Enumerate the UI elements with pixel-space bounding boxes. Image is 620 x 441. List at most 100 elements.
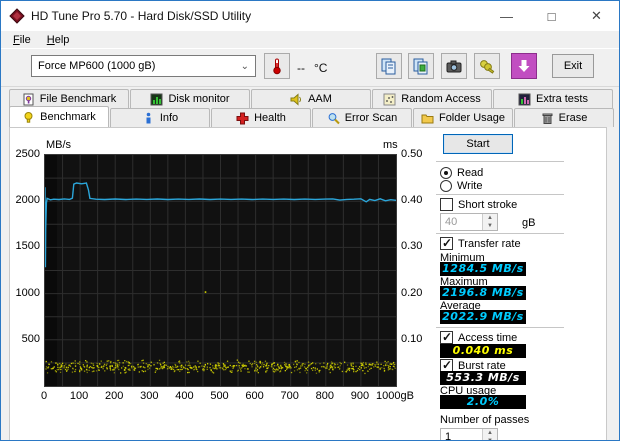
spinner-down-icon[interactable]: ▼: [483, 222, 497, 230]
temperature-value: --: [297, 61, 305, 75]
toolbar: Force MP600 (1000 gB) ⌄ -- °C Exit: [1, 48, 619, 87]
y-axis-tick: 0.20: [401, 286, 423, 299]
thermometer-icon: [273, 58, 281, 75]
short-stroke-checkbox[interactable]: [440, 198, 453, 211]
tab-label: Extra tests: [536, 93, 588, 105]
x-axis-tick: 300: [140, 390, 159, 402]
maximize-button[interactable]: □: [529, 1, 574, 31]
right-axis-ticks: 0.50 0.40 0.30 0.20 0.10: [401, 148, 431, 387]
separator: [436, 233, 564, 235]
x-axis-tick: 400: [175, 390, 194, 402]
benchmark-chart: [44, 154, 397, 387]
spinner-down-icon[interactable]: ▼: [483, 437, 497, 440]
tab-folder-usage[interactable]: Folder Usage: [413, 108, 513, 127]
exit-button[interactable]: Exit: [552, 54, 594, 78]
tab-label: Error Scan: [344, 112, 398, 124]
access-time-checkbox[interactable]: [440, 330, 453, 344]
tab-info[interactable]: Info: [110, 108, 210, 127]
copy-screenshot-button[interactable]: [408, 53, 434, 79]
tab-label: Info: [159, 112, 179, 124]
title-bar: HD Tune Pro 5.70 - Hard Disk/SSD Utility…: [1, 1, 619, 31]
panel-divider: [424, 130, 425, 440]
keys-icon: [480, 60, 495, 74]
app-logo-icon: [9, 8, 25, 24]
benchmark-page: MB/s ms 2500 2000 1500 1000 500 0.50 0.40 0.30…: [9, 127, 607, 440]
update-download-icon: [518, 60, 530, 72]
tab-label: Erase: [558, 112, 588, 124]
lightbulb-icon: [24, 111, 33, 123]
x-axis-tick: 500: [210, 390, 229, 402]
y-axis-tick: 0.10: [401, 332, 423, 345]
burst-rate-value: 553.3 MB/s: [440, 371, 526, 385]
copy-text-button[interactable]: [376, 53, 402, 79]
spinner-up-icon[interactable]: ▲: [483, 429, 497, 437]
tab-label: Random Access: [401, 93, 481, 105]
x-axis-tick: 100: [69, 390, 89, 402]
tab-disk-monitor[interactable]: Disk monitor: [130, 89, 250, 108]
tab-aam[interactable]: AAM: [251, 89, 371, 108]
y-axis-tick: 2500: [15, 148, 40, 160]
tab-extra-tests[interactable]: Extra tests: [493, 89, 613, 108]
x-axis-tick: 800: [315, 390, 334, 402]
temperature-button[interactable]: [264, 53, 290, 79]
close-button[interactable]: ✕: [574, 1, 619, 31]
spinner-up-icon[interactable]: ▲: [483, 214, 497, 222]
average-value: 2022.9 MB/s: [440, 310, 526, 324]
read-label: Read: [457, 166, 484, 179]
x-axis-tick: 600: [245, 390, 264, 402]
update-button[interactable]: [511, 53, 537, 79]
app-window: HD Tune Pro 5.70 - Hard Disk/SSD Utility…: [0, 0, 620, 441]
benchmark-controls: Start Read Write Short stroke 40 ▲▼ gB: [430, 128, 606, 440]
save-screenshot-button[interactable]: [441, 53, 467, 79]
access-time-value: 0.040 ms: [440, 344, 526, 358]
license-keys-button[interactable]: [474, 53, 500, 79]
tab-label: Benchmark: [40, 111, 96, 123]
extra-tests-icon: [518, 93, 531, 105]
y-axis-tick: 500: [21, 332, 40, 345]
x-axis-ticks: 0 100 200 300 400 500 600 700 800 900 1000gB: [41, 390, 414, 404]
drive-select[interactable]: Force MP600 (1000 gB) ⌄: [31, 55, 256, 77]
menu-bar: File Help: [1, 31, 619, 48]
burst-rate-label: Burst rate: [458, 359, 506, 372]
menu-help[interactable]: Help: [41, 33, 76, 47]
maximum-value: 2196.8 MB/s: [440, 286, 526, 300]
read-radio[interactable]: [440, 166, 452, 179]
chevron-down-icon: ⌄: [240, 60, 249, 72]
tab-label: AAM: [308, 93, 332, 105]
menu-file[interactable]: File: [7, 33, 37, 47]
separator: [436, 161, 564, 163]
minimize-button[interactable]: —: [484, 1, 529, 31]
tab-benchmark[interactable]: Benchmark: [9, 106, 109, 127]
cpu-usage-value: 2.0%: [440, 395, 526, 409]
y-axis-tick: 1000: [15, 286, 40, 299]
camera-icon: [446, 60, 462, 73]
transfer-rate-label: Transfer rate: [458, 237, 521, 250]
transfer-rate-checkbox[interactable]: [440, 236, 453, 250]
tab-random-access[interactable]: Random Access: [372, 89, 492, 108]
y-axis-tick: 1500: [15, 240, 40, 253]
passes-spinner[interactable]: 1 ▲ ▼: [440, 428, 498, 440]
tab-label: Folder Usage: [438, 112, 506, 124]
x-axis-tick: 200: [105, 390, 124, 402]
magnifier-icon: [328, 112, 340, 124]
tab-error-scan[interactable]: Error Scan: [312, 108, 412, 127]
x-axis-tick: 700: [280, 390, 299, 402]
tab-health[interactable]: Health: [211, 108, 311, 127]
tab-erase[interactable]: Erase: [514, 108, 614, 127]
y-axis-tick: 0.50: [401, 148, 423, 160]
write-radio[interactable]: [440, 179, 452, 192]
y-axis-tick: 2000: [15, 194, 40, 207]
start-button[interactable]: Start: [443, 134, 513, 154]
separator: [436, 194, 564, 196]
tab-strip-bottom: Benchmark Info Health Error Scan Folder …: [9, 106, 615, 127]
short-stroke-spinner[interactable]: 40 ▲ ▼: [440, 213, 498, 231]
access-time-label: Access time: [458, 331, 518, 344]
random-access-icon: [383, 93, 396, 105]
x-axis-tick: 1000gB: [376, 390, 414, 402]
file-benchmark-icon: [23, 93, 34, 105]
copy-text-icon: [381, 58, 396, 75]
y-axis-tick: 0.30: [401, 240, 423, 253]
passes-label: Number of passes: [440, 414, 530, 426]
temperature-unit: °C: [314, 61, 328, 75]
short-stroke-value: 40: [445, 216, 458, 228]
